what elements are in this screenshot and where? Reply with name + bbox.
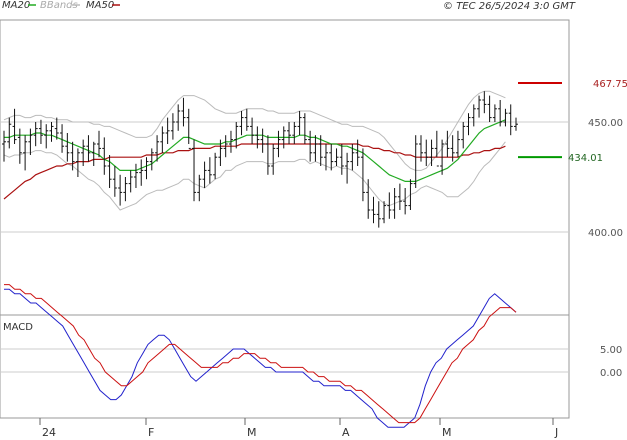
gridlines xyxy=(0,121,569,373)
price-bar xyxy=(508,104,513,136)
price-bar xyxy=(197,174,202,202)
price-bar xyxy=(86,135,91,162)
x-tick-label: M xyxy=(247,426,257,439)
price-bar xyxy=(477,95,482,118)
macd-tick-label: 5.00 xyxy=(600,345,622,356)
price-bar xyxy=(186,108,191,149)
price-bar xyxy=(97,130,102,158)
price-bar xyxy=(302,113,307,144)
copyright-text: © TEC 26/5/2024 3:0 GMT xyxy=(443,1,576,12)
macd-panel-frame xyxy=(0,314,570,419)
bband-upper-line xyxy=(3,90,506,171)
price-bar xyxy=(265,135,270,175)
macd-tick-label: 0.00 xyxy=(600,368,622,379)
signal-line xyxy=(4,284,517,424)
price-bar xyxy=(118,174,123,206)
price-bar xyxy=(213,152,218,180)
price-bar xyxy=(292,122,297,144)
price-bar xyxy=(308,130,313,162)
price-bar xyxy=(413,135,418,188)
price-bar xyxy=(244,108,249,131)
price-bar xyxy=(492,104,497,122)
price-bar xyxy=(387,192,392,219)
x-tick-label: F xyxy=(148,426,154,439)
price-bar xyxy=(471,104,476,127)
price-bar xyxy=(65,133,70,162)
price-bar xyxy=(313,135,318,162)
price-bar xyxy=(514,117,518,131)
price-bar xyxy=(287,122,292,144)
price-bar xyxy=(112,166,117,197)
legend-ma50-label: MA50 xyxy=(86,0,114,11)
price-bar xyxy=(128,170,133,193)
price-bar xyxy=(17,128,22,164)
price-bar xyxy=(271,144,276,175)
price-bar xyxy=(38,119,43,144)
price-bar xyxy=(392,188,397,219)
price-bar xyxy=(487,95,492,122)
price-bar xyxy=(297,111,302,136)
legend: MA20 BBands MA50 xyxy=(2,0,120,11)
x-tick-label: M xyxy=(442,426,452,439)
price-bar xyxy=(329,144,334,171)
price-bar xyxy=(434,130,439,167)
price-bar xyxy=(133,163,138,188)
price-bar xyxy=(149,148,154,171)
price-bar xyxy=(334,148,339,166)
price-bar xyxy=(44,124,49,149)
price-bar xyxy=(28,128,33,155)
price-bar xyxy=(455,130,460,158)
level-marker-label: 467.75 xyxy=(593,79,627,90)
price-bar xyxy=(403,188,408,215)
price-bar xyxy=(339,144,344,175)
price-bar xyxy=(2,130,6,162)
price-bar xyxy=(255,126,260,149)
price-bar xyxy=(170,113,175,140)
price-bar xyxy=(424,139,429,166)
price-bar xyxy=(466,113,471,136)
stock-chart: 467.75 434.01 450.00 400.00 5.00 0.00 24 F M A M J… xyxy=(0,0,627,439)
price-bar xyxy=(371,196,376,224)
price-bars xyxy=(2,91,518,228)
price-bar xyxy=(366,179,371,219)
price-bar xyxy=(107,155,112,188)
x-tick-label: J xyxy=(554,426,558,439)
x-tick-label: A xyxy=(342,426,350,439)
price-bar xyxy=(176,104,181,131)
price-bar xyxy=(397,183,402,210)
price-bar xyxy=(160,126,165,153)
price-bar xyxy=(207,157,212,184)
price-bar xyxy=(461,122,466,149)
price-bar xyxy=(376,201,381,228)
level-marker-label: 434.01 xyxy=(568,153,603,164)
price-bar xyxy=(102,137,107,175)
price-bar xyxy=(123,177,128,202)
price-bar xyxy=(408,179,413,210)
price-tick-label: 450.00 xyxy=(588,118,623,129)
price-bar xyxy=(503,108,508,127)
price-bar xyxy=(202,161,207,188)
price-bar xyxy=(144,157,149,180)
price-bar xyxy=(482,91,487,114)
price-tick-label: 400.00 xyxy=(588,228,623,239)
price-bar xyxy=(12,108,17,144)
price-bar xyxy=(445,130,450,158)
price-bar xyxy=(49,122,54,142)
ma20-line xyxy=(4,119,506,182)
price-bar xyxy=(70,141,75,171)
price-bar xyxy=(429,139,434,166)
price-bar xyxy=(260,128,265,153)
legend-ma20-label: MA20 xyxy=(2,0,30,11)
price-series xyxy=(3,90,506,211)
price-bar xyxy=(139,159,144,186)
x-tick-label: 24 xyxy=(42,426,56,439)
price-bar xyxy=(239,111,244,136)
macd-title: MACD xyxy=(3,322,33,333)
macd-series xyxy=(4,284,517,428)
price-bar xyxy=(360,148,365,202)
price-bar xyxy=(234,122,239,149)
